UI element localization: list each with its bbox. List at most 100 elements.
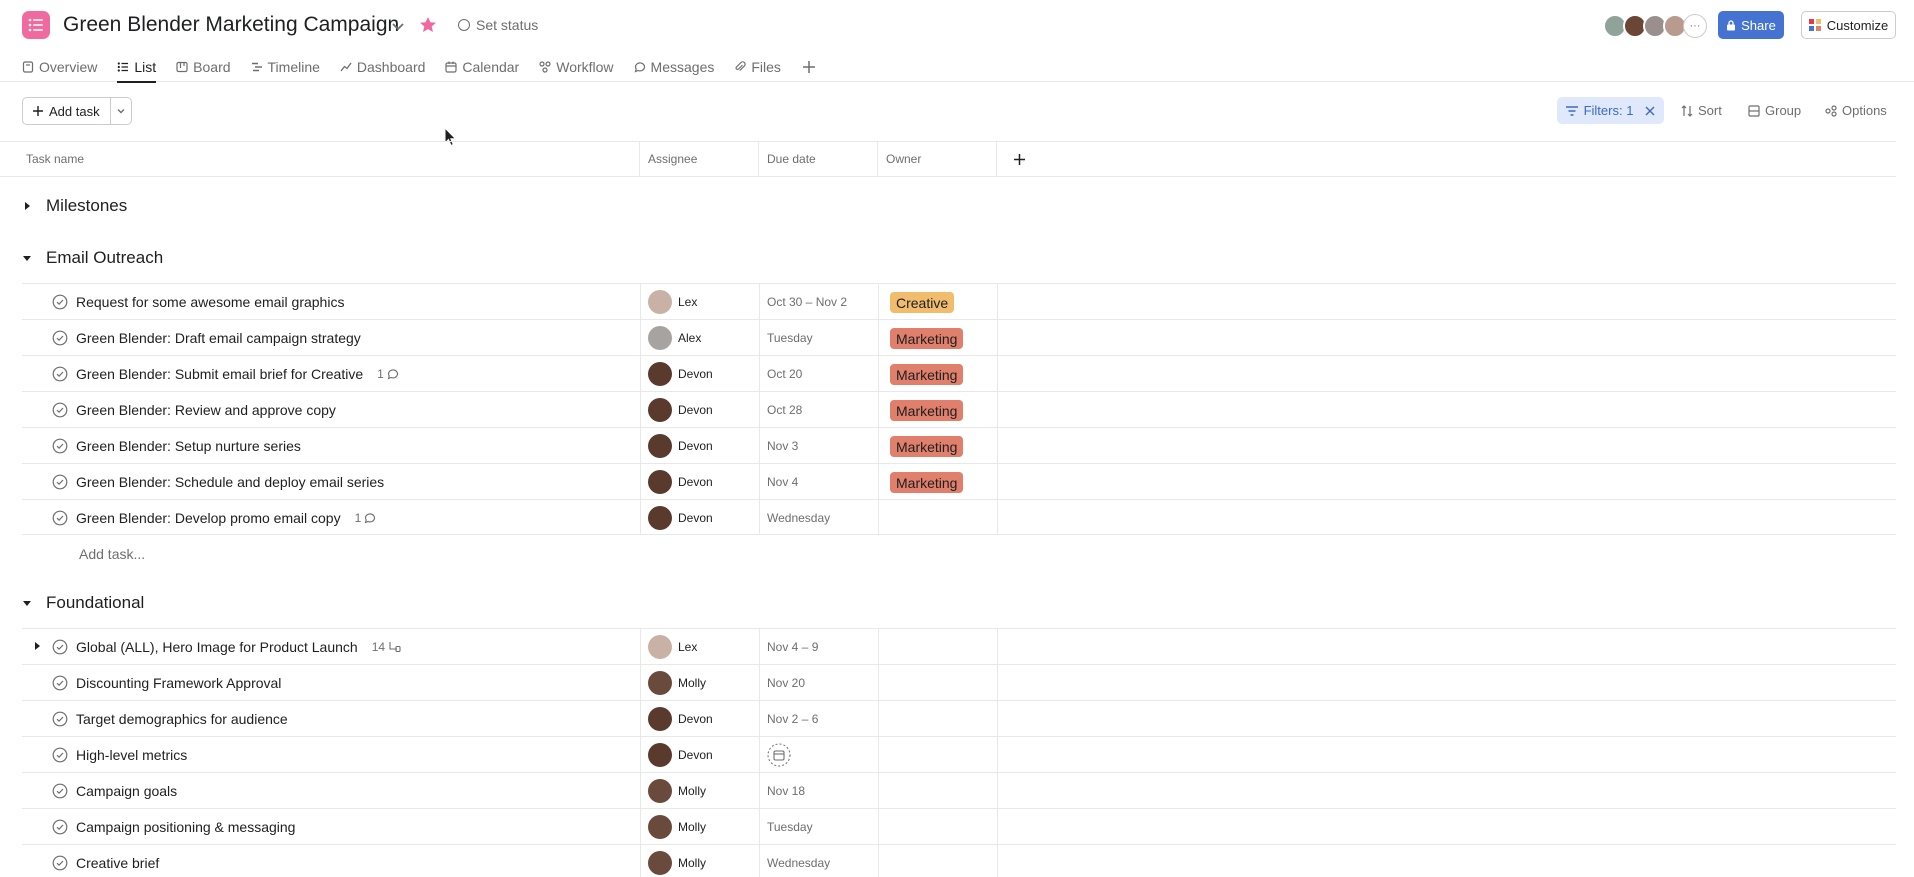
tab-overview[interactable]: Overview: [22, 52, 97, 82]
assignee-cell[interactable]: Devon: [648, 392, 713, 427]
owner-tag[interactable]: Marketing: [890, 400, 964, 421]
add-tab-button[interactable]: [802, 52, 815, 82]
task-name[interactable]: Global (ALL), Hero Image for Product Lau…: [76, 639, 358, 655]
expand-icon[interactable]: [22, 201, 32, 211]
due-date-cell[interactable]: Oct 20: [767, 356, 802, 391]
complete-check-icon[interactable]: [52, 783, 68, 799]
add-column-button[interactable]: [997, 142, 1041, 176]
task-name-cell[interactable]: Target demographics for audience: [52, 701, 288, 736]
complete-check-icon[interactable]: [52, 510, 68, 526]
task-row[interactable]: Green Blender: Submit email brief for Cr…: [22, 355, 1896, 391]
complete-check-icon[interactable]: [52, 438, 68, 454]
star-icon[interactable]: [418, 15, 438, 35]
more-members-icon[interactable]: ···: [1683, 14, 1707, 38]
due-date-cell[interactable]: Nov 3: [767, 428, 798, 463]
complete-check-icon[interactable]: [52, 747, 68, 763]
column-header-task-name[interactable]: Task name: [18, 142, 640, 176]
due-date-cell[interactable]: Tuesday: [767, 320, 813, 355]
complete-check-icon[interactable]: [52, 366, 68, 382]
member-avatars[interactable]: ···: [1603, 14, 1707, 38]
task-name-cell[interactable]: Campaign goals: [52, 773, 177, 808]
task-row[interactable]: Green Blender: Review and approve copy De…: [22, 391, 1896, 427]
task-name[interactable]: Discounting Framework Approval: [76, 675, 281, 691]
task-name-cell[interactable]: Green Blender: Schedule and deploy email…: [52, 464, 384, 499]
column-header-due-date[interactable]: Due date: [759, 142, 878, 176]
add-task-button[interactable]: Add task: [23, 98, 111, 124]
assignee-cell[interactable]: Molly: [648, 773, 706, 808]
tab-board[interactable]: Board: [176, 52, 231, 82]
assignee-cell[interactable]: Lex: [648, 629, 697, 664]
due-date-cell[interactable]: Tuesday: [767, 809, 813, 844]
tab-calendar[interactable]: Calendar: [445, 52, 519, 82]
task-row[interactable]: Global (ALL), Hero Image for Product Lau…: [22, 628, 1896, 664]
task-name[interactable]: Campaign goals: [76, 783, 177, 799]
task-row[interactable]: Green Blender: Setup nurture series Devon…: [22, 427, 1896, 463]
collapse-icon[interactable]: [22, 253, 32, 263]
due-date-cell[interactable]: Nov 4 – 9: [767, 629, 818, 664]
section-foundational[interactable]: Foundational: [22, 585, 144, 621]
assignee-cell[interactable]: Devon: [648, 356, 713, 391]
task-name-cell[interactable]: Green Blender: Develop promo email copy 1: [52, 500, 376, 535]
task-name-cell[interactable]: Green Blender: Draft email campaign stra…: [52, 320, 361, 355]
assignee-cell[interactable]: Molly: [648, 809, 706, 844]
complete-check-icon[interactable]: [52, 294, 68, 310]
task-row[interactable]: Green Blender: Develop promo email copy 1…: [22, 499, 1896, 535]
task-name-cell[interactable]: Green Blender: Setup nurture series: [52, 428, 301, 463]
assignee-cell[interactable]: Molly: [648, 845, 706, 877]
task-name-cell[interactable]: Discounting Framework Approval: [52, 665, 281, 700]
task-row[interactable]: High-level metrics Devon: [22, 736, 1896, 772]
task-row[interactable]: Discounting Framework Approval Molly Nov 2…: [22, 664, 1896, 700]
task-name[interactable]: Request for some awesome email graphics: [76, 294, 344, 310]
task-name-cell[interactable]: Request for some awesome email graphics: [52, 284, 344, 319]
assignee-cell[interactable]: Devon: [648, 500, 713, 535]
task-name-cell[interactable]: High-level metrics: [52, 737, 187, 772]
due-date-cell[interactable]: Nov 2 – 6: [767, 701, 818, 736]
complete-check-icon[interactable]: [52, 402, 68, 418]
task-name-cell[interactable]: Global (ALL), Hero Image for Product Lau…: [52, 629, 401, 664]
tab-list[interactable]: List: [117, 52, 156, 83]
due-date-cell[interactable]: [767, 737, 791, 772]
complete-check-icon[interactable]: [52, 474, 68, 490]
assignee-cell[interactable]: Devon: [648, 737, 713, 772]
task-name[interactable]: Campaign positioning & messaging: [76, 819, 295, 835]
complete-check-icon[interactable]: [52, 819, 68, 835]
task-name-cell[interactable]: Green Blender: Review and approve copy: [52, 392, 336, 427]
task-name[interactable]: Green Blender: Setup nurture series: [76, 438, 301, 454]
assignee-cell[interactable]: Devon: [648, 701, 713, 736]
clear-filter-icon[interactable]: [1645, 106, 1655, 116]
task-name-cell[interactable]: Campaign positioning & messaging: [52, 809, 295, 844]
owner-tag[interactable]: Creative: [890, 292, 955, 313]
task-name[interactable]: Green Blender: Develop promo email copy: [76, 510, 341, 526]
tab-messages[interactable]: Messages: [634, 52, 714, 82]
assignee-cell[interactable]: Devon: [648, 428, 713, 463]
complete-check-icon[interactable]: [52, 855, 68, 871]
task-name[interactable]: Target demographics for audience: [76, 711, 288, 727]
owner-tag[interactable]: Marketing: [890, 364, 964, 385]
task-name-cell[interactable]: Green Blender: Submit email brief for Cr…: [52, 356, 399, 391]
comment-count[interactable]: 1: [355, 511, 377, 525]
project-title[interactable]: Green Blender Marketing Campaign: [63, 13, 399, 37]
complete-check-icon[interactable]: [52, 330, 68, 346]
task-name-cell[interactable]: Creative brief: [52, 845, 159, 877]
due-date-cell[interactable]: Nov 18: [767, 773, 805, 808]
chevron-down-icon[interactable]: [389, 17, 407, 35]
options-button[interactable]: Options: [1825, 97, 1887, 124]
task-name[interactable]: High-level metrics: [76, 747, 187, 763]
sort-button[interactable]: Sort: [1681, 97, 1722, 124]
tab-timeline[interactable]: Timeline: [251, 52, 320, 82]
task-name[interactable]: Green Blender: Submit email brief for Cr…: [76, 366, 363, 382]
task-name[interactable]: Green Blender: Review and approve copy: [76, 402, 336, 418]
section-milestones[interactable]: Milestones: [22, 188, 127, 224]
filters-button[interactable]: Filters: 1: [1557, 97, 1664, 124]
due-date-cell[interactable]: Wednesday: [767, 500, 830, 535]
task-row[interactable]: Campaign goals Molly Nov 18: [22, 772, 1896, 808]
assignee-cell[interactable]: Devon: [648, 464, 713, 499]
task-row[interactable]: Request for some awesome email graphics L…: [22, 283, 1896, 319]
owner-tag[interactable]: Marketing: [890, 328, 964, 349]
group-button[interactable]: Group: [1748, 97, 1801, 124]
complete-check-icon[interactable]: [52, 675, 68, 691]
task-name[interactable]: Green Blender: Draft email campaign stra…: [76, 330, 361, 346]
due-date-cell[interactable]: Oct 30 – Nov 2: [767, 284, 847, 319]
due-date-cell[interactable]: Oct 28: [767, 392, 802, 427]
assignee-cell[interactable]: Molly: [648, 665, 706, 700]
